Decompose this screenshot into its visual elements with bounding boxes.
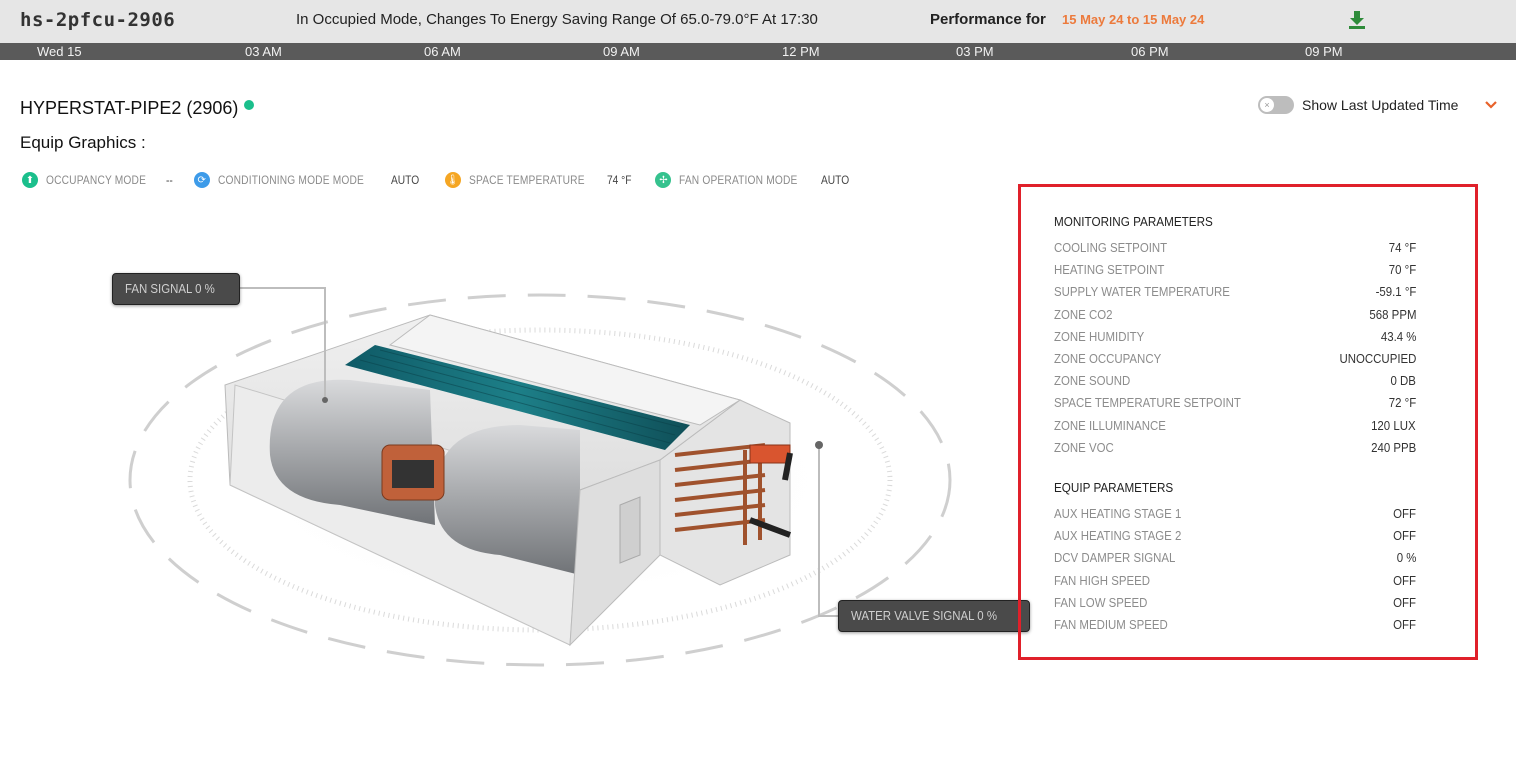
parameter-value: 0 %: [1396, 550, 1416, 566]
performance-label: Performance for: [930, 11, 1046, 28]
parameter-row: AUX HEATING STAGE 2 OFF: [1054, 525, 1416, 547]
chevron-down-icon[interactable]: [1484, 98, 1498, 112]
performance-date-range[interactable]: 15 May 24 to 15 May 24: [1062, 12, 1204, 27]
parameter-row: DCV DAMPER SIGNAL 0 %: [1054, 547, 1416, 569]
parameter-label: COOLING SETPOINT: [1054, 240, 1168, 255]
timeline-tick: 09 PM: [1305, 44, 1343, 59]
top-bar: hs-2pfcu-2906 In Occupied Mode, Changes …: [0, 0, 1516, 43]
parameter-value: 70 °F: [1388, 262, 1416, 278]
fan-icon: ✢: [655, 172, 672, 188]
monitoring-parameters-title: MONITORING PARAMETERS: [1054, 214, 1213, 229]
parameter-label: ZONE CO2: [1054, 306, 1113, 322]
parameter-row: ZONE VOC 240 PPB: [1054, 437, 1416, 459]
download-icon[interactable]: [1348, 10, 1366, 30]
toggle-off-icon: ×: [1260, 98, 1274, 112]
last-updated-toggle[interactable]: ×: [1258, 96, 1294, 114]
parameter-label: SUPPLY WATER TEMPERATURE: [1054, 284, 1230, 300]
parameter-row: ZONE CO2 568 PPM: [1054, 304, 1416, 326]
timeline-tick: 09 AM: [603, 44, 640, 59]
schedule-banner: In Occupied Mode, Changes To Energy Savi…: [296, 11, 818, 28]
parameter-value: OFF: [1393, 506, 1416, 521]
parameter-label: ZONE VOC: [1054, 439, 1114, 455]
parameter-value: 240 PPB: [1370, 439, 1416, 455]
status-fan-operation-mode: ✢ FAN OPERATION MODE AUTO: [655, 172, 854, 188]
parameter-row: ZONE HUMIDITY 43.4 %: [1054, 326, 1416, 348]
equip-name: HYPERSTAT-PIPE2 (2906): [20, 98, 239, 118]
parameter-row: SPACE TEMPERATURE SETPOINT 72 °F: [1054, 392, 1416, 414]
parameter-value: -59.1 °F: [1375, 284, 1416, 300]
monitoring-parameters-section: MONITORING PARAMETERS COOLING SETPOINT 74…: [1054, 211, 1416, 459]
parameter-label: FAN LOW SPEED: [1054, 594, 1148, 610]
fan-signal-callout: FAN SIGNAL 0 %: [112, 273, 241, 305]
parameter-value: 43.4 %: [1380, 328, 1416, 344]
parameter-value: OFF: [1393, 528, 1416, 544]
timeline-tick: 06 PM: [1131, 44, 1169, 59]
water-valve-signal-label: WATER VALVE SIGNAL 0 %: [851, 608, 998, 623]
equip-parameters-title: EQUIP PARAMETERS: [1054, 480, 1174, 495]
thermometer-icon: 🌡: [444, 172, 461, 188]
status-conditioning-mode: ⟳ CONDITIONING MODE MODE AUTO: [193, 172, 425, 188]
status-label: FAN OPERATION MODE: [679, 173, 798, 187]
timeline-tick: 03 PM: [956, 44, 994, 59]
parameter-label: ZONE SOUND: [1054, 373, 1131, 389]
parameter-row: HEATING SETPOINT 70 °F: [1054, 259, 1416, 281]
timeline-tick: Wed 15: [37, 44, 82, 59]
parameter-row: ZONE OCCUPANCY UNOCCUPIED: [1054, 348, 1416, 370]
parameter-label: ZONE ILLUMINANCE: [1054, 417, 1166, 433]
parameter-row: ZONE ILLUMINANCE 120 LUX: [1054, 415, 1416, 437]
parameter-value: 568 PPM: [1368, 306, 1416, 322]
water-valve-signal-callout: WATER VALVE SIGNAL 0 %: [838, 600, 1030, 632]
status-value: 74 °F: [606, 173, 632, 187]
status-label: OCCUPANCY MODE: [46, 173, 147, 187]
parameter-value: OFF: [1393, 572, 1416, 588]
parameter-label: AUX HEATING STAGE 1: [1054, 506, 1182, 521]
status-value: AUTO: [820, 173, 850, 187]
parameter-value: 72 °F: [1388, 395, 1416, 411]
parameter-row: SUPPLY WATER TEMPERATURE -59.1 °F: [1054, 281, 1416, 303]
parameter-label: SPACE TEMPERATURE SETPOINT: [1054, 395, 1241, 411]
parameter-label: FAN MEDIUM SPEED: [1054, 616, 1168, 632]
parameter-value: OFF: [1393, 594, 1416, 610]
timeline-tick: 06 AM: [424, 44, 461, 59]
equip-graphics-label: Equip Graphics :: [20, 133, 146, 152]
parameter-label: DCV DAMPER SIGNAL: [1054, 550, 1176, 566]
parameter-value: 74 °F: [1388, 240, 1416, 255]
parameter-value: UNOCCUPIED: [1339, 350, 1416, 366]
status-occupancy-mode: ⬆ OCCUPANCY MODE --: [22, 172, 174, 188]
timeline-bar[interactable]: Wed 15 03 AM 06 AM 09 AM 12 PM 03 PM 06 …: [0, 43, 1516, 60]
person-icon: ⬆: [22, 172, 38, 188]
status-value: --: [165, 173, 173, 187]
parameter-row: ZONE SOUND 0 DB: [1054, 370, 1416, 392]
timeline-tick: 03 AM: [245, 44, 282, 59]
parameter-row: COOLING SETPOINT 74 °F: [1054, 237, 1416, 259]
parameters-panel: MONITORING PARAMETERS COOLING SETPOINT 74…: [1018, 184, 1478, 660]
device-name: hs-2pfcu-2906: [20, 9, 176, 31]
parameter-row: FAN HIGH SPEED OFF: [1054, 570, 1416, 592]
status-label: SPACE TEMPERATURE: [468, 173, 585, 187]
equip-title: HYPERSTAT-PIPE2 (2906): [20, 98, 255, 119]
parameter-row: FAN LOW SPEED OFF: [1054, 592, 1416, 614]
parameter-label: AUX HEATING STAGE 2: [1054, 528, 1182, 544]
parameter-label: ZONE OCCUPANCY: [1054, 350, 1162, 366]
status-label: CONDITIONING MODE MODE: [217, 173, 364, 187]
status-value: AUTO: [391, 173, 420, 187]
status-space-temperature: 🌡 SPACE TEMPERATURE 74 °F: [444, 172, 636, 188]
fan-signal-label: FAN SIGNAL 0 %: [125, 281, 215, 296]
parameter-label: HEATING SETPOINT: [1054, 262, 1165, 278]
online-status-dot: [244, 100, 255, 110]
status-row: ⬆ OCCUPANCY MODE -- ⟳ CONDITIONING MODE …: [22, 172, 874, 188]
timeline-tick: 12 PM: [782, 44, 820, 59]
parameter-label: FAN HIGH SPEED: [1054, 572, 1150, 588]
parameter-value: 0 DB: [1390, 373, 1416, 389]
last-updated-toggle-group: × Show Last Updated Time: [1258, 96, 1458, 114]
parameter-value: OFF: [1393, 616, 1416, 632]
parameter-row: AUX HEATING STAGE 1 OFF: [1054, 503, 1416, 525]
parameter-value: 120 LUX: [1371, 417, 1416, 433]
last-updated-label: Show Last Updated Time: [1302, 97, 1459, 113]
parameter-label: ZONE HUMIDITY: [1054, 328, 1145, 344]
equip-parameters-section: EQUIP PARAMETERS AUX HEATING STAGE 1 OFF A…: [1054, 477, 1416, 636]
sync-icon: ⟳: [193, 172, 210, 188]
parameter-row: FAN MEDIUM SPEED OFF: [1054, 614, 1416, 636]
